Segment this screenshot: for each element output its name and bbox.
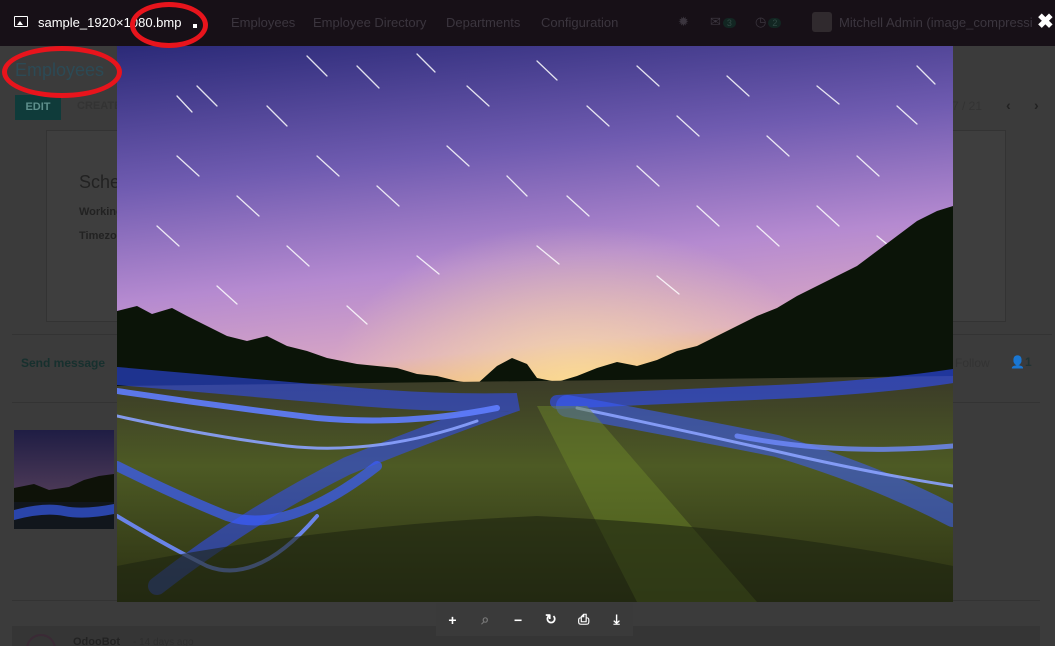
followers-button[interactable]: 👤1 — [1010, 355, 1032, 369]
pager-next-icon[interactable]: › — [1034, 97, 1039, 113]
edit-button[interactable]: EDIT — [15, 95, 61, 120]
follow-button[interactable]: Follow — [955, 356, 990, 370]
user-icon: 👤 — [1010, 355, 1025, 369]
zoom-in-icon[interactable]: + — [436, 603, 469, 636]
viewer-image — [117, 46, 953, 602]
zoom-reset-icon[interactable]: ⌕ — [469, 603, 502, 636]
annotation-circle-breadcrumb — [2, 46, 122, 98]
pager-value: 7 / 21 — [952, 99, 983, 113]
download-icon[interactable]: ⤓ — [600, 603, 633, 636]
rotate-icon[interactable]: ↻ — [534, 603, 567, 636]
chatter-timestamp: - 14 days ago — [133, 637, 194, 646]
annotation-circle-filename — [130, 2, 208, 48]
print-icon[interactable]: ⎙ — [567, 603, 600, 636]
landscape-photo — [117, 46, 953, 602]
attachment-thumbnail[interactable] — [14, 430, 114, 529]
followers-count: 1 — [1024, 355, 1032, 369]
close-icon[interactable]: ✖ — [1037, 11, 1054, 33]
chatter-author: OdooBot — [73, 636, 121, 646]
viewer-toolbar: + ⌕ − ↻ ⎙ ⤓ — [436, 603, 633, 636]
image-file-icon — [14, 16, 28, 27]
create-button[interactable]: CREATE — [77, 100, 121, 112]
pager-previous-icon[interactable]: ‹ — [1006, 97, 1011, 113]
zoom-out-icon[interactable]: − — [502, 603, 535, 636]
send-message-button[interactable]: Send message — [21, 356, 105, 370]
